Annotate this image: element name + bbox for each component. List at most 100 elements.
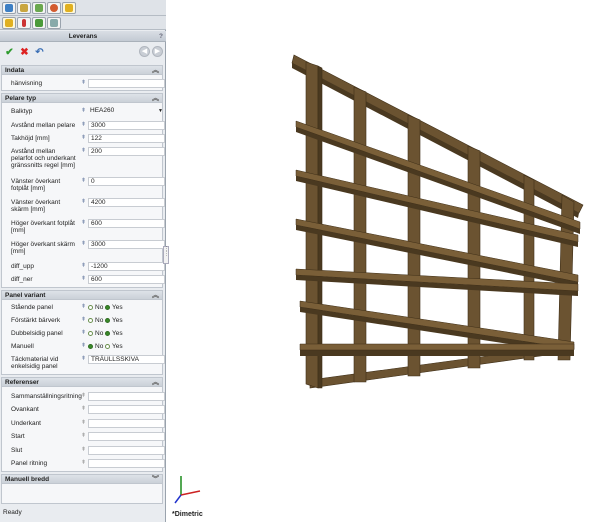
section-header[interactable]: Panel variant ︽ (2, 291, 162, 300)
section-title: Pelare typ (5, 95, 37, 102)
field-icon: ⇞ (81, 406, 87, 412)
field-icon: ⇞ (81, 178, 87, 184)
field-icon: ⇞ (81, 317, 87, 323)
vanster-fotplat-field[interactable]: 0 (88, 177, 165, 186)
collapse-icon: ︽ (152, 379, 159, 386)
property-manager-panel: Leverans ? ✔ ✖ ↶ ◀ ▶ Indata ︽ hänvisning … (0, 0, 166, 522)
start-field[interactable] (88, 432, 165, 441)
section-indata: Indata ︽ hänvisning ⇞ (1, 65, 165, 91)
help-icon[interactable]: ? (159, 31, 163, 42)
diff-ner-field[interactable]: 600 (88, 275, 165, 284)
section-header[interactable]: Referenser ︽ (2, 378, 162, 387)
field-icon: ⇞ (81, 80, 87, 86)
appearance-tab[interactable] (47, 2, 61, 14)
takhojd-field[interactable]: 122 (88, 134, 165, 143)
field-label: Täckmaterial vid enkelsidig panel (11, 356, 59, 370)
radio-no[interactable]: No (88, 317, 103, 324)
radio-yes[interactable]: Yes (105, 330, 123, 337)
radio-selected-icon (105, 331, 110, 336)
section-pelare-typ: Pelare typ ︽ Balktyp ⇞ HEA260 ▼ Avstånd me… (1, 93, 165, 288)
slut-field[interactable] (88, 446, 165, 455)
tackmaterial-field[interactable]: TRÄULLSSKIVA (88, 355, 165, 364)
custom-tab[interactable] (62, 2, 76, 14)
previous-page-button[interactable]: ◀ (139, 46, 150, 57)
dropdown-arrow-icon: ▼ (158, 108, 163, 114)
section-panel-variant: Panel variant ︽ Stående panel ⇞ No Yes Fö… (1, 290, 165, 375)
field-icon: ⇞ (81, 343, 87, 349)
sub-tab-c[interactable] (32, 17, 46, 29)
radio-no[interactable]: No (88, 330, 103, 337)
section-title: Panel variant (5, 292, 46, 299)
undo-button[interactable]: ↶ (34, 47, 45, 58)
feature-manager-icon (5, 4, 13, 12)
radio-yes[interactable]: Yes (105, 304, 123, 311)
field-icon: ⇞ (81, 393, 87, 399)
rail-shadow (300, 350, 574, 356)
sammanstallningsritning-field[interactable] (88, 392, 165, 401)
configuration-manager-tab[interactable] (32, 2, 46, 14)
section-header[interactable]: Pelare typ ︽ (2, 94, 162, 103)
arrow-left-icon: ◀ (141, 48, 148, 55)
sub-tab-b[interactable] (17, 17, 31, 29)
frame-model[interactable] (291, 54, 584, 389)
hoger-skarm-field[interactable]: 3000 (88, 240, 165, 249)
radio-selected-icon (88, 344, 93, 349)
avstand-pelarfot-field[interactable]: 200 (88, 147, 165, 156)
field-icon: ⇞ (81, 135, 87, 141)
avstand-pelare-field[interactable]: 3000 (88, 121, 165, 130)
field-icon: ⇞ (81, 356, 87, 362)
radio-label: Förstärkt bärverk (11, 317, 61, 324)
field-label: Vänster överkant fotplåt [mm] (11, 178, 61, 192)
tab-c-icon (35, 19, 43, 27)
section-header[interactable]: Indata ︽ (2, 66, 162, 75)
radio-no-label: No (95, 330, 104, 337)
radio-yes-label: Yes (112, 304, 123, 311)
panel-ritning-field[interactable] (88, 459, 165, 468)
vanster-skarm-field[interactable]: 4200 (88, 198, 165, 207)
underkant-field[interactable] (88, 419, 165, 428)
graphics-viewport[interactable] (167, 0, 598, 522)
field-icon: ⇞ (81, 304, 87, 310)
tab-b-icon (22, 19, 26, 27)
field-label: diff_ner (11, 276, 33, 283)
radio-no[interactable]: No (88, 304, 103, 311)
hanvisning-field[interactable] (88, 79, 165, 88)
field-label: Underkant (11, 420, 41, 427)
field-label: Sammanställningsritning (11, 393, 82, 400)
status-text: Ready (3, 509, 22, 516)
section-title: Referenser (5, 379, 39, 386)
next-page-button[interactable]: ▶ (152, 46, 163, 57)
radio-circle-icon (88, 318, 93, 323)
field-label: Höger överkant skärm [mm] (11, 241, 75, 255)
field-icon: ⇞ (81, 148, 87, 154)
diff-upp-field[interactable]: -1200 (88, 262, 165, 271)
section-header[interactable]: Manuell bredd ︾ (2, 475, 162, 484)
custom-icon (65, 4, 73, 12)
radio-yes[interactable]: Yes (105, 317, 123, 324)
hoger-fotplat-field[interactable]: 600 (88, 219, 165, 228)
configuration-manager-icon (35, 4, 43, 12)
collapse-icon: ︽ (152, 95, 159, 102)
feature-manager-tab[interactable] (2, 2, 16, 14)
ovankant-field[interactable] (88, 405, 165, 414)
sub-tab-d[interactable] (47, 17, 61, 29)
axis-triad (174, 476, 201, 504)
sub-tab-a[interactable] (2, 17, 16, 29)
field-icon: ⇞ (81, 420, 87, 426)
property-manager-tab[interactable] (17, 2, 31, 14)
balktyp-select[interactable]: HEA260 ▼ (88, 107, 165, 116)
radio-no-label: No (95, 304, 104, 311)
radio-no[interactable]: No (88, 343, 103, 350)
tab-a-icon (5, 19, 13, 27)
field-label: Avstånd mellan pelare (11, 122, 76, 129)
ok-button[interactable]: ✔ (4, 47, 15, 58)
radio-yes[interactable]: Yes (105, 343, 123, 350)
radio-circle-icon (105, 344, 110, 349)
field-label: Höger överkant fotplåt [mm] (11, 220, 75, 234)
collapse-icon: ︽ (152, 67, 159, 74)
view-orientation-label: *Dimetric (172, 511, 203, 518)
section-title: Indata (5, 67, 25, 74)
cancel-button[interactable]: ✖ (19, 47, 30, 58)
field-label: diff_upp (11, 263, 35, 270)
z-axis-icon (174, 494, 182, 504)
